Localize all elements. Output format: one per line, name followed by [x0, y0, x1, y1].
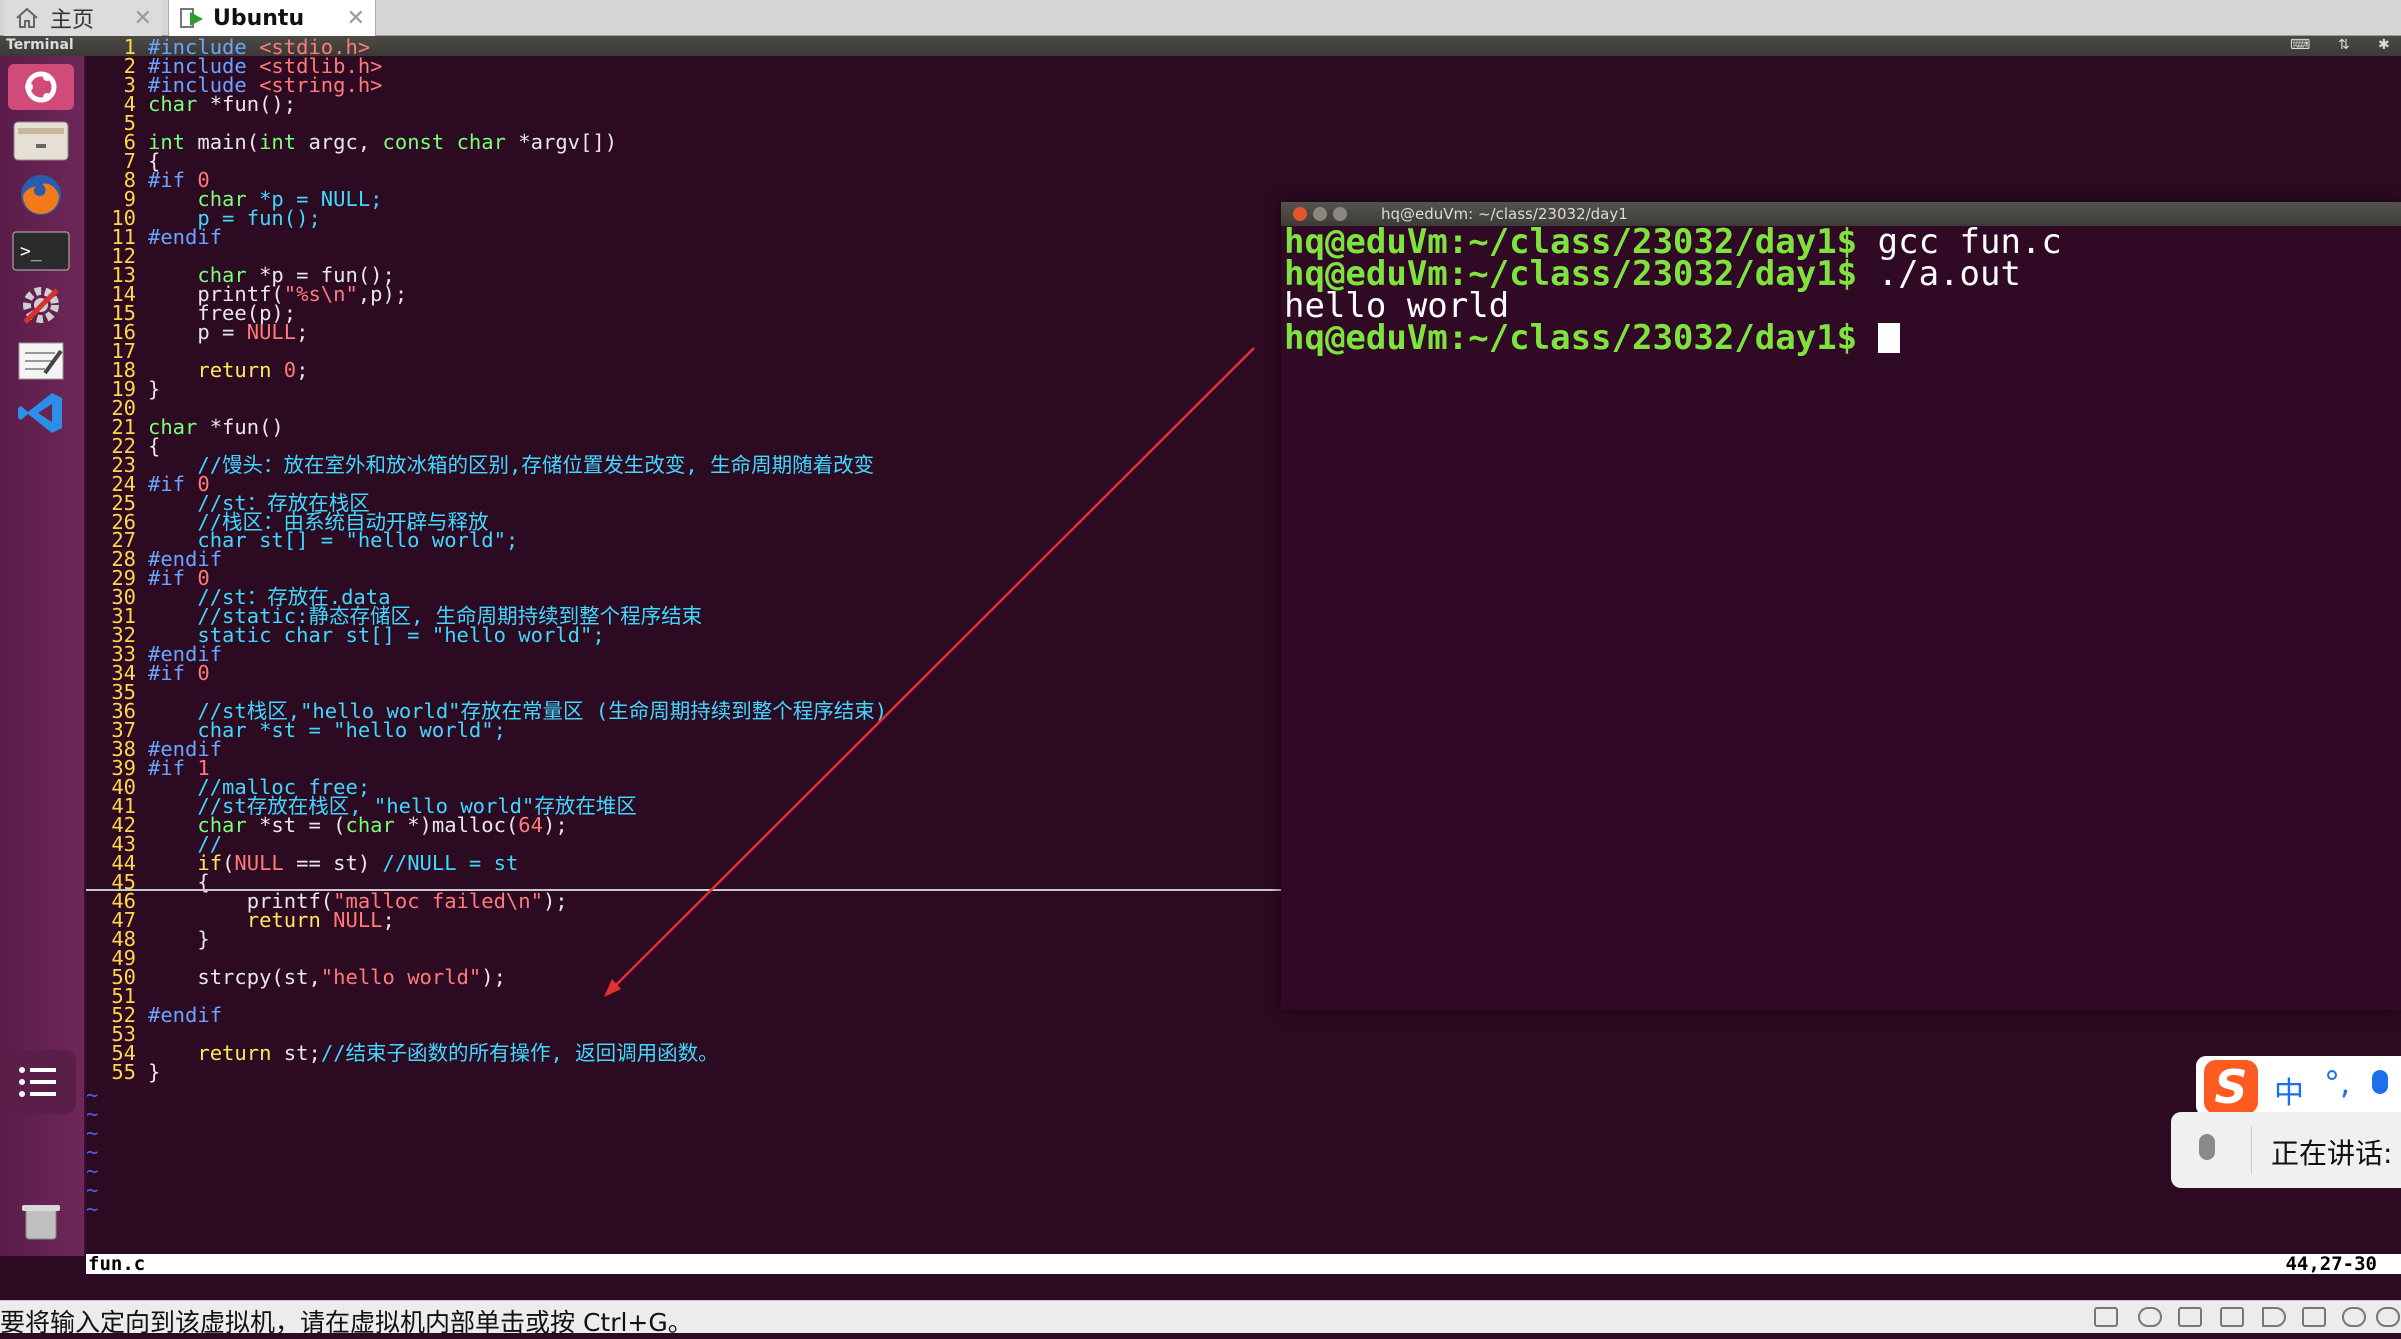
- vmware-tab-bar: 主页 ✕ Ubuntu ✕: [0, 0, 2401, 36]
- code-line[interactable]: 28 #endif: [86, 549, 1286, 570]
- panel-title: Terminal: [6, 37, 74, 53]
- vscode-icon[interactable]: [8, 390, 74, 436]
- close-icon[interactable]: ✕: [347, 6, 365, 31]
- keyboard-icon[interactable]: ⌨: [2290, 37, 2310, 53]
- close-icon[interactable]: ✕: [134, 6, 152, 31]
- code-line[interactable]: 11 #endif: [86, 224, 1286, 249]
- status-filename: fun.c: [88, 1253, 146, 1275]
- code-line[interactable]: 52 #endif: [86, 1002, 1286, 1027]
- vim-status-line: fun.c 44,27-30: [86, 1254, 2401, 1274]
- code-line[interactable]: 34 #if 0: [86, 661, 1286, 686]
- status-message: 要将输入定向到该虚拟机，请在虚拟机内部单击或按 Ctrl+G。: [0, 1308, 693, 1337]
- terminal-icon[interactable]: >_: [8, 228, 74, 274]
- code-text: }: [148, 376, 161, 401]
- home-icon: [14, 7, 40, 29]
- usb-icon[interactable]: [2302, 1307, 2326, 1327]
- code-line[interactable]: 23 //馒头：放在室外和放冰箱的区别,存储位置发生改变, 生命周期随着改变: [86, 452, 1286, 477]
- vmware-status-bar: 要将输入定向到该虚拟机，请在虚拟机内部单击或按 Ctrl+G。: [0, 1300, 2401, 1337]
- list-icon: [19, 1067, 56, 1097]
- code-line[interactable]: 44 if(NULL == st) //NULL = st: [86, 853, 1286, 874]
- svg-text:>_: >_: [20, 241, 42, 262]
- network-icon[interactable]: ⇅: [2338, 37, 2350, 53]
- tab-ubuntu-label: Ubuntu: [213, 5, 305, 31]
- minimize-window-button[interactable]: [1313, 207, 1327, 221]
- code-line[interactable]: 18 return 0;: [86, 357, 1286, 382]
- code-line[interactable]: 50 strcpy(st,"hello world");: [86, 965, 1286, 990]
- code-line[interactable]: 47 return NULL;: [86, 910, 1286, 931]
- display-icon[interactable]: [2342, 1307, 2366, 1327]
- terminal-body[interactable]: hq@eduVm:~/class/23032/day1$ gcc fun.c hq…: [1281, 225, 2401, 355]
- files-icon[interactable]: [8, 118, 74, 164]
- network-adapter-icon[interactable]: [2178, 1307, 2202, 1327]
- settings-icon[interactable]: [8, 282, 74, 328]
- code-line[interactable]: 6 int main(int argc, const char *argv[]): [86, 129, 1286, 154]
- divider: [2251, 1126, 2252, 1174]
- cursor-line-underline: [86, 889, 1282, 891]
- code-text: strcpy(st,"hello world");: [148, 965, 506, 990]
- sogou-logo-icon[interactable]: S: [2204, 1060, 2258, 1114]
- firefox-icon[interactable]: [8, 172, 74, 218]
- code-line[interactable]: 32 static char st[] = "hello world";: [86, 625, 1286, 646]
- cd-rom-icon[interactable]: [2138, 1307, 2162, 1327]
- code-text: }: [148, 927, 210, 952]
- tab-home[interactable]: 主页 ✕: [4, 0, 162, 36]
- code-line[interactable]: 48 }: [86, 927, 1286, 952]
- code-line[interactable]: 7{: [86, 151, 1286, 172]
- code-line[interactable]: 16 p = NULL;: [86, 319, 1286, 344]
- code-text: return 0;: [197, 357, 309, 382]
- code-text: }: [148, 1059, 161, 1084]
- line-number: 55: [111, 1059, 136, 1084]
- ubuntu-dash-icon[interactable]: [8, 64, 74, 110]
- empty-line-marker: ~: [86, 1196, 99, 1221]
- code-line[interactable]: 51: [86, 986, 1286, 1007]
- ime-punctuation-toggle[interactable]: °,: [2324, 1064, 2350, 1102]
- bluetooth-icon[interactable]: ✱: [2378, 37, 2390, 53]
- code-line[interactable]: 54 return st;//结束子函数的所有操作, 返回调用函数。: [86, 1040, 1286, 1065]
- close-window-button[interactable]: [1293, 207, 1307, 221]
- code-text: #endif: [148, 1002, 223, 1027]
- code-text: p = NULL;: [148, 319, 309, 344]
- maximize-window-button[interactable]: [1333, 207, 1347, 221]
- shell-prompt: hq@eduVm:~/class/23032/day1$: [1284, 318, 1858, 358]
- code-line[interactable]: 27 char st[] = "hello world";: [86, 530, 1286, 551]
- user-icon[interactable]: [2376, 1307, 2400, 1327]
- code-text: #endif: [148, 224, 223, 249]
- shell-command: [1857, 318, 1877, 358]
- code-text: char *fun();: [148, 91, 297, 116]
- microphone-icon[interactable]: [2199, 1134, 2215, 1160]
- code-line[interactable]: 4 char *fun();: [86, 91, 1286, 116]
- code-text: int main(int argc, const char *argv[]): [148, 129, 618, 154]
- trash-icon[interactable]: [8, 1198, 74, 1244]
- code-text: //馒头：放在室外和放冰箱的区别,存储位置发生改变, 生命周期随着改变: [148, 452, 875, 477]
- code-line[interactable]: 33 #endif: [86, 644, 1286, 665]
- status-cursor-position: 44,27-30: [2285, 1253, 2377, 1275]
- speech-status-text: 正在讲话:: [2271, 1137, 2393, 1170]
- ime-mode-toggle[interactable]: 中: [2274, 1068, 2304, 1112]
- vm-icon: [179, 6, 205, 30]
- code-text: #if 0: [148, 661, 210, 686]
- code-line[interactable]: 21 char *fun(): [86, 414, 1286, 439]
- code-text: char *fun(): [148, 414, 284, 439]
- code-line[interactable]: 38 #endif: [86, 739, 1286, 760]
- hard-disk-icon[interactable]: [2094, 1307, 2118, 1327]
- sound-icon[interactable]: [2262, 1307, 2286, 1327]
- shell-command: ./a.out: [1857, 254, 2021, 294]
- code-text: return st;//结束子函数的所有操作, 返回调用函数。: [197, 1040, 719, 1065]
- printer-icon[interactable]: [2220, 1307, 2244, 1327]
- code-line[interactable]: 37 char *st = "hello world";: [86, 720, 1286, 741]
- code-line[interactable]: 10 p = fun();: [86, 208, 1286, 229]
- microphone-icon[interactable]: [2372, 1070, 2388, 1094]
- speech-input-box: 正在讲话:: [2171, 1112, 2401, 1188]
- code-line[interactable]: 55}: [86, 1059, 1286, 1084]
- terminal-line: hq@eduVm:~/class/23032/day1$: [1281, 321, 2401, 355]
- text-editor-icon[interactable]: [8, 338, 74, 384]
- tab-home-label: 主页: [50, 8, 95, 33]
- code-line[interactable]: 42 char *st = (char *)malloc(64);: [86, 815, 1286, 836]
- ime-toolbar[interactable]: S 中 °,: [2196, 1056, 2401, 1116]
- terminal-cursor: [1877, 323, 1900, 353]
- menu-toggle-button[interactable]: [0, 1050, 76, 1114]
- tab-ubuntu[interactable]: Ubuntu ✕: [168, 0, 376, 36]
- code-line[interactable]: 19}: [86, 376, 1286, 401]
- terminal-window[interactable]: hq@eduVm: ~/class/23032/day1 hq@eduVm:~/…: [1281, 202, 2401, 1010]
